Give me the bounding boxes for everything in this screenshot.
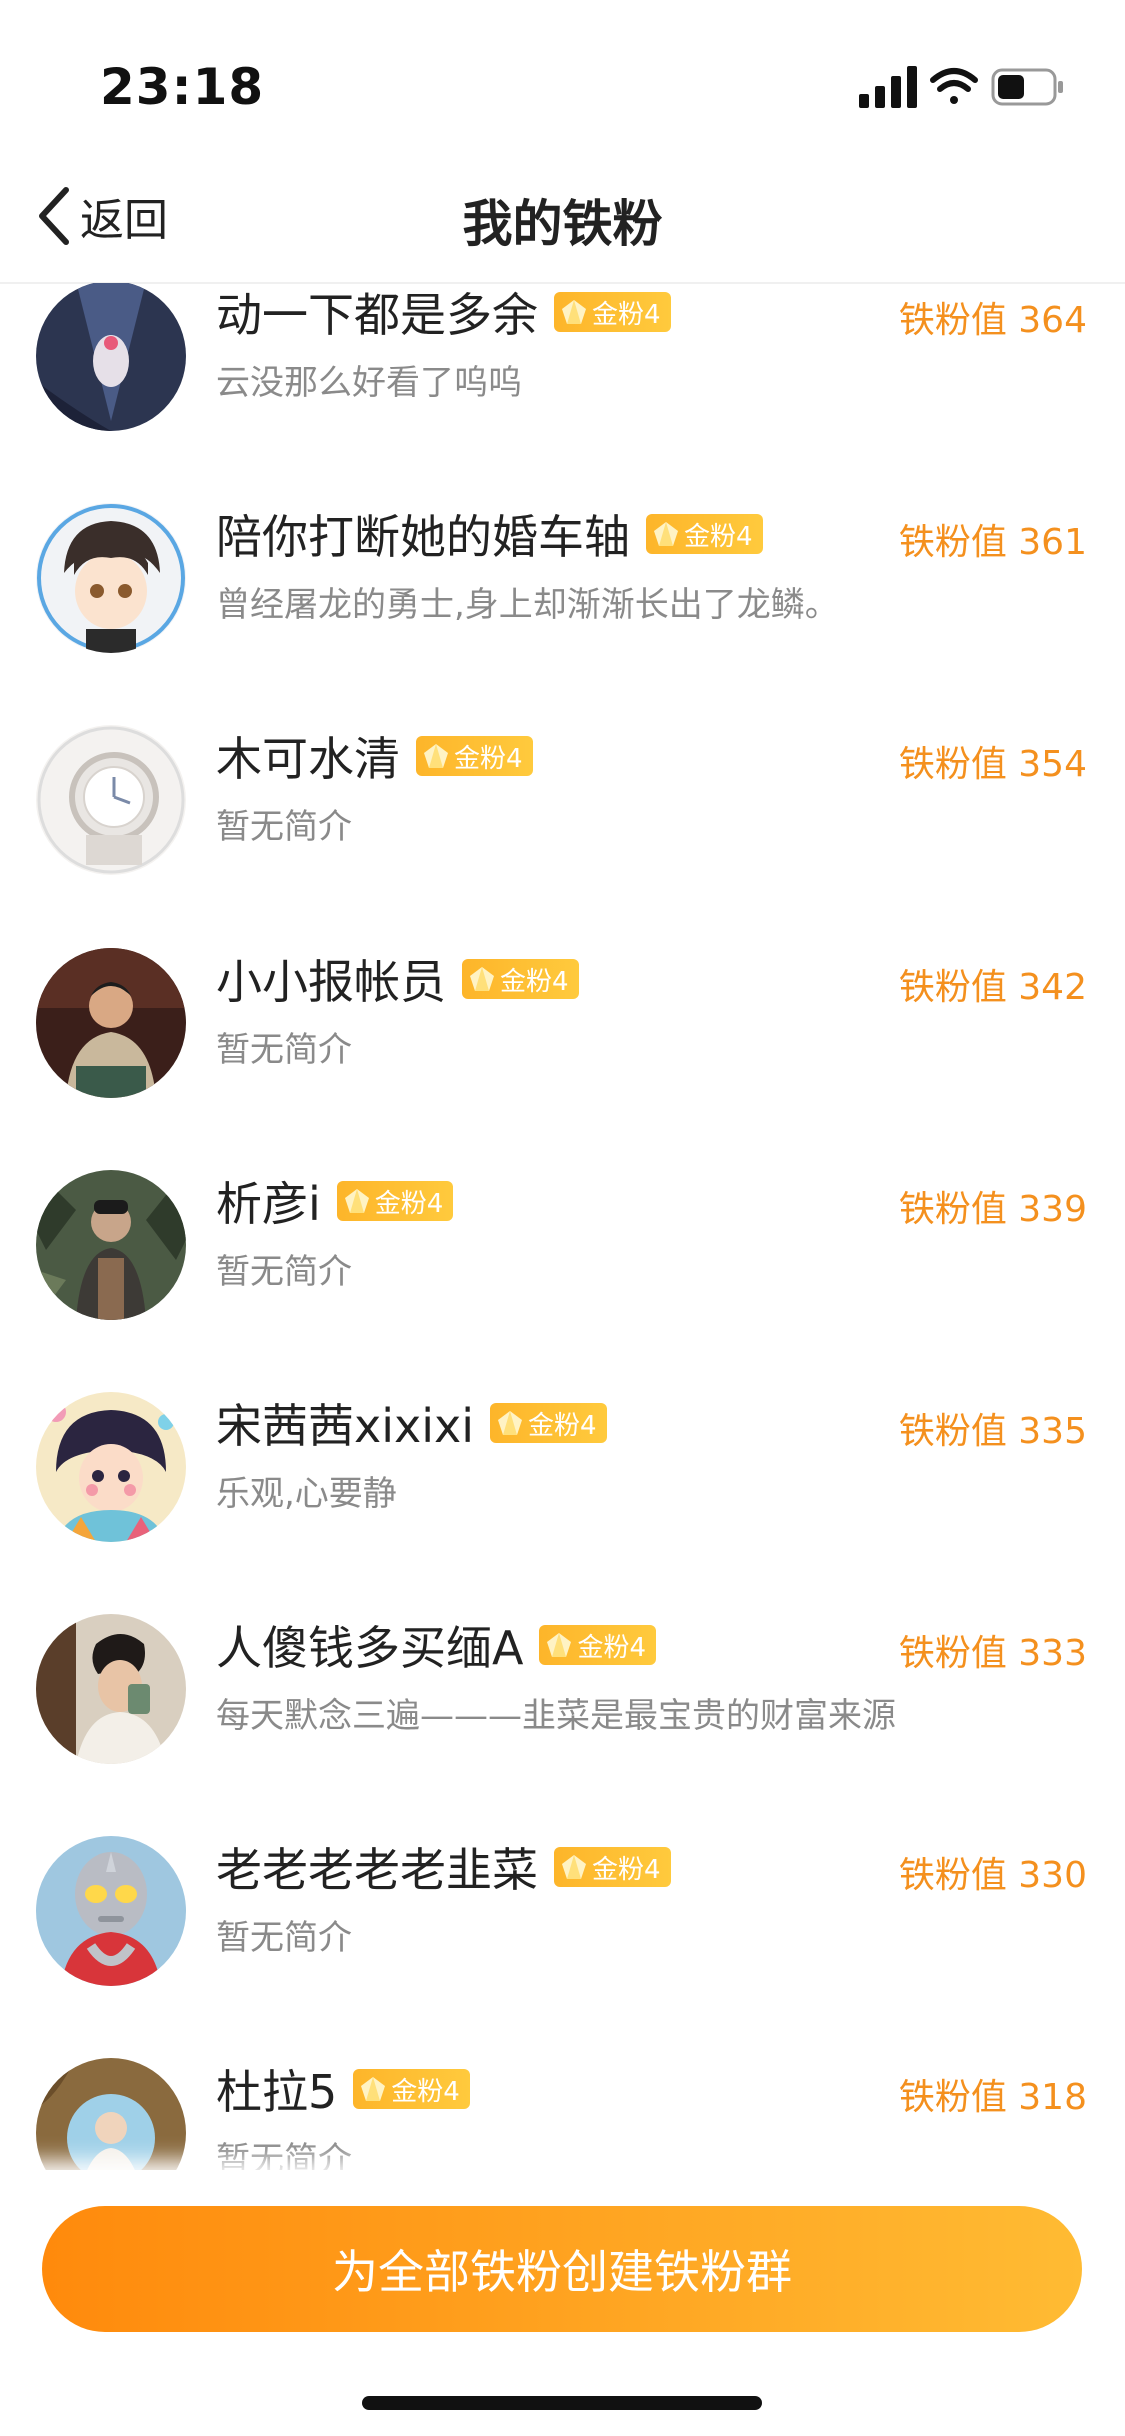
fan-value: 铁粉值 354	[898, 744, 1087, 785]
gem-icon	[361, 2077, 386, 2101]
user-name[interactable]: 陪你打断她的婚车轴	[216, 501, 630, 567]
badge-label: 金粉4	[684, 521, 753, 552]
nav-bar: 返回 我的铁粉	[0, 150, 1125, 284]
list-item[interactable]: 木可水清 金粉4 暂无简介 铁粉值 354	[0, 725, 1125, 947]
avatar[interactable]	[36, 503, 186, 653]
gem-icon	[562, 300, 586, 324]
list-item[interactable]: 杜拉5 金粉4 暂无简介 铁粉值 318	[0, 2058, 1125, 2173]
list-item[interactable]: 小小报帐员 金粉4 暂无简介 铁粉值 342	[0, 948, 1125, 1170]
badge-label: 金粉4	[592, 299, 661, 330]
fan-value: 铁粉值 339	[898, 1189, 1087, 1230]
user-bio: 暂无简介	[216, 1252, 352, 1292]
fan-badge: 金粉4	[490, 1403, 607, 1443]
badge-label: 金粉4	[454, 743, 523, 774]
user-bio: 暂无简介	[216, 2140, 352, 2173]
user-name[interactable]: 小小报帐员	[216, 946, 446, 1012]
user-bio: 乐观,心要静	[216, 1474, 397, 1514]
user-bio: 暂无简介	[216, 1030, 352, 1070]
user-name[interactable]: 动一下都是多余	[216, 283, 538, 345]
user-bio: 每天默念三遍———韭菜是最宝贵的财富来源	[216, 1696, 896, 1736]
badge-label: 金粉4	[528, 1410, 597, 1441]
fan-value: 铁粉值 335	[898, 1411, 1087, 1452]
gem-icon	[547, 1633, 572, 1657]
fan-value: 铁粉值 364	[898, 300, 1087, 341]
gem-icon	[654, 522, 678, 546]
name-line: 老老老老老韭菜 金粉4	[216, 1832, 671, 1902]
fan-badge: 金粉4	[554, 292, 671, 332]
fan-badge: 金粉4	[353, 2069, 470, 2109]
fan-value: 铁粉值 318	[898, 2077, 1087, 2118]
fan-badge: 金粉4	[462, 959, 579, 999]
badge-label: 金粉4	[374, 1188, 444, 1219]
name-line: 析彦i 金粉4	[216, 1166, 454, 1236]
user-name[interactable]: 杜拉5	[216, 2056, 337, 2122]
user-name[interactable]: 老老老老老韭菜	[216, 1834, 538, 1900]
user-name[interactable]: 人傻钱多买缅A	[216, 1612, 523, 1678]
gem-icon	[562, 1855, 586, 1879]
user-bio: 云没那么好看了呜呜	[216, 363, 522, 403]
gem-icon	[344, 1189, 369, 1213]
avatar[interactable]	[36, 725, 186, 875]
badge-label: 金粉4	[500, 966, 569, 997]
fan-badge: 金粉4	[554, 1847, 671, 1887]
avatar[interactable]	[36, 1392, 186, 1542]
avatar[interactable]	[36, 1614, 186, 1764]
user-name[interactable]: 宋茜茜xixixi	[216, 1390, 474, 1456]
fan-badge: 金粉4	[646, 514, 763, 554]
user-bio: 暂无简介	[216, 807, 352, 847]
status-time: 23:18	[100, 58, 265, 116]
badge-label: 金粉4	[592, 1854, 661, 1885]
fan-value: 铁粉值 330	[898, 1855, 1087, 1896]
gem-icon	[424, 744, 448, 768]
battery-icon	[991, 68, 1063, 106]
fan-badge: 金粉4	[539, 1625, 657, 1665]
avatar[interactable]	[36, 1836, 186, 1986]
badge-label: 金粉4	[577, 1632, 647, 1663]
name-line: 陪你打断她的婚车轴 金粉4	[216, 499, 763, 569]
badge-label: 金粉4	[391, 2076, 460, 2107]
avatar[interactable]	[36, 1170, 186, 1320]
list-item[interactable]: 陪你打断她的婚车轴 金粉4 曾经屠龙的勇士,身上却渐渐长出了龙鳞。 铁粉值 36…	[0, 503, 1125, 725]
name-line: 木可水清 金粉4	[216, 721, 533, 791]
status-icons	[859, 64, 1069, 112]
list-item[interactable]: 人傻钱多买缅A 金粉4 每天默念三遍———韭菜是最宝贵的财富来源 铁粉值 333	[0, 1614, 1125, 1836]
user-bio: 曾经屠龙的勇士,身上却渐渐长出了龙鳞。	[216, 585, 839, 625]
name-line: 杜拉5 金粉4	[216, 2054, 470, 2124]
fan-badge: 金粉4	[336, 1181, 454, 1221]
gem-icon	[470, 967, 494, 991]
create-fan-group-button[interactable]: 为全部铁粉创建铁粉群	[42, 2206, 1082, 2332]
name-line: 动一下都是多余 金粉4	[216, 283, 671, 347]
bottom-action-area: 为全部铁粉创建铁粉群	[0, 2170, 1125, 2436]
fan-value: 铁粉值 333	[898, 1633, 1087, 1674]
list-item[interactable]: 析彦i 金粉4 暂无简介 铁粉值 339	[0, 1170, 1125, 1392]
page-title: 我的铁粉	[462, 195, 663, 253]
fan-value: 铁粉值 342	[898, 967, 1087, 1008]
user-name[interactable]: 析彦i	[216, 1168, 321, 1234]
name-line: 小小报帐员 金粉4	[216, 944, 579, 1014]
avatar[interactable]	[36, 948, 186, 1098]
name-line: 宋茜茜xixixi 金粉4	[216, 1388, 607, 1458]
name-line: 人傻钱多买缅A 金粉4	[216, 1610, 657, 1680]
gem-icon	[498, 1411, 523, 1435]
list-item[interactable]: 老老老老老韭菜 金粉4 暂无简介 铁粉值 330	[0, 1836, 1125, 2058]
fan-value: 铁粉值 361	[898, 522, 1087, 563]
avatar[interactable]	[36, 283, 186, 431]
signal-icon	[859, 66, 917, 108]
avatar[interactable]	[36, 2058, 186, 2173]
user-bio: 暂无简介	[216, 1918, 352, 1958]
user-name[interactable]: 木可水清	[216, 723, 400, 789]
list-item[interactable]: 宋茜茜xixixi 金粉4 乐观,心要静 铁粉值 335	[0, 1392, 1125, 1614]
iron-fans-list: 动一下都是多余 金粉4 云没那么好看了呜呜 铁粉值 364 陪你打断她的婚车轴	[0, 283, 1125, 2173]
list-item[interactable]: 动一下都是多余 金粉4 云没那么好看了呜呜 铁粉值 364	[0, 283, 1125, 503]
wifi-icon	[930, 68, 978, 104]
status-bar: 23:18	[0, 0, 1125, 150]
home-indicator[interactable]	[362, 2396, 762, 2410]
fan-badge: 金粉4	[416, 736, 533, 776]
